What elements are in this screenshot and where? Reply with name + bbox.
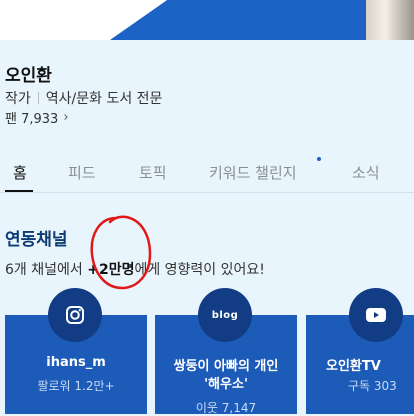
chevron-right-icon: › — [63, 110, 69, 125]
tab-topic[interactable]: 토픽 — [139, 162, 167, 183]
channel-name-line1: 쌍둥이 아빠의 개인 — [173, 359, 279, 374]
profile-role: 작가 — [5, 91, 31, 107]
instagram-icon — [48, 288, 102, 342]
channel-name-line2: '해우소' — [204, 377, 248, 392]
blog-badge-text: blog — [211, 309, 239, 321]
tab-home[interactable]: 홈 — [13, 162, 27, 183]
channel-name: ihans_m — [46, 355, 106, 370]
profile-specialty: 역사/문화 도서 전문 — [45, 91, 163, 107]
fans-link[interactable]: 팬 7,933 › — [5, 108, 69, 127]
red-circle-annotation — [90, 215, 152, 290]
influence-description: 6개 채널에서 +2만명에게 영향력이 있어요! — [5, 259, 265, 279]
channel-stat: 구독 303 — [348, 379, 397, 393]
fans-count: 팬 7,933 — [5, 112, 59, 127]
tab-bar: 홈 피드 토픽 키워드 챌린지 소식 — [0, 150, 414, 193]
section-title: 연동채널 — [5, 230, 68, 250]
profile-name: 오인환 — [5, 66, 52, 86]
meta-divider — [37, 92, 39, 104]
channel-stat: 이웃 7,147 — [195, 401, 257, 415]
desc-prefix: 6개 채널에서 — [5, 262, 88, 278]
banner-photo — [366, 0, 414, 40]
profile-banner — [0, 0, 414, 40]
profile-meta: 작가 역사/문화 도서 전문 — [5, 88, 162, 108]
new-badge-dot — [317, 157, 321, 161]
tab-keyword-challenge[interactable]: 키워드 챌린지 — [209, 162, 297, 183]
youtube-icon — [349, 288, 403, 342]
active-tab-indicator — [5, 190, 33, 192]
blog-icon: blog — [198, 288, 252, 342]
desc-highlight: +2만명 — [87, 262, 135, 278]
desc-suffix: 에게 영향력이 있어요! — [134, 262, 265, 278]
channel-stat: 팔로워 1.2만+ — [37, 379, 115, 393]
channel-name: 오인환TV — [326, 359, 381, 374]
tab-news[interactable]: 소식 — [352, 162, 380, 183]
tab-feed[interactable]: 피드 — [68, 162, 96, 183]
